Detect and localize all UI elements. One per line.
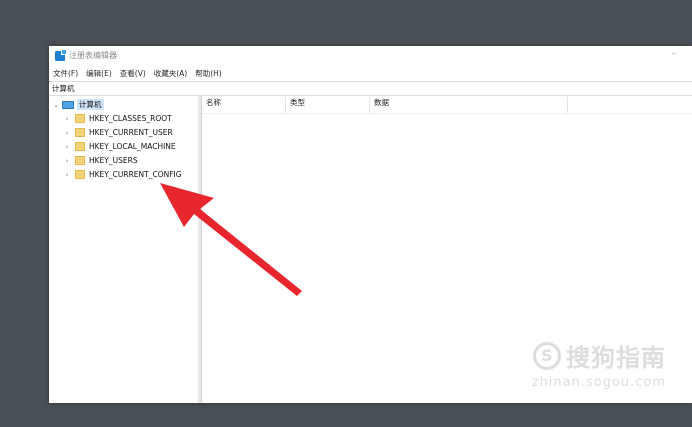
chevron-right-icon[interactable]: › (63, 157, 71, 165)
folder-icon (75, 128, 85, 137)
watermark: S 搜狗指南 zhinan.sogou.com (532, 338, 666, 390)
tree-root-computer[interactable]: ⌄ 计算机 (52, 98, 104, 111)
menu-file[interactable]: 文件(F) (49, 67, 82, 80)
computer-icon (62, 100, 74, 109)
folder-icon (75, 142, 85, 151)
watermark-text: 搜狗指南 (566, 344, 666, 372)
minimize-button[interactable]: – (672, 49, 677, 59)
tree-item-label: HKEY_CURRENT_CONFIG (89, 170, 182, 179)
tree-item-hkey-users[interactable]: › HKEY_USERS (63, 154, 138, 167)
folder-icon (75, 156, 85, 165)
address-path[interactable]: 计算机 (52, 83, 75, 94)
tree-item-label: HKEY_CURRENT_USER (89, 128, 173, 137)
chevron-right-icon[interactable]: › (63, 115, 71, 123)
tree-item-hkey-local-machine[interactable]: › HKEY_LOCAL_MACHINE (63, 140, 176, 153)
window-title: 注册表编辑器 (69, 51, 117, 60)
tree-item-label: HKEY_LOCAL_MACHINE (89, 142, 176, 151)
menu-help[interactable]: 帮助(H) (191, 67, 226, 80)
column-header-type[interactable]: 类型 (286, 97, 370, 113)
title-bar[interactable]: 注册表编辑器 – (49, 46, 692, 66)
chevron-down-icon[interactable]: ⌄ (52, 101, 60, 109)
column-header-name[interactable]: 名称 (202, 97, 286, 113)
address-bar[interactable]: 计算机 (49, 81, 692, 96)
tree-pane[interactable]: ⌄ 计算机 › HKEY_CLASSES_ROOT › HKEY_CURRENT… (49, 96, 199, 403)
menu-edit[interactable]: 编辑(E) (82, 67, 116, 80)
chevron-right-icon[interactable]: › (63, 143, 71, 151)
registry-app-icon (55, 49, 67, 61)
chevron-right-icon[interactable]: › (63, 171, 71, 179)
tree-item-label: HKEY_CLASSES_ROOT (89, 114, 172, 123)
tree-item-hkey-current-user[interactable]: › HKEY_CURRENT_USER (63, 126, 173, 139)
menu-bar: 文件(F) 编辑(E) 查看(V) 收藏夹(A) 帮助(H) (49, 67, 692, 80)
tree-item-hkey-current-config[interactable]: › HKEY_CURRENT_CONFIG (63, 168, 182, 181)
header-divider (202, 113, 692, 114)
folder-icon (75, 170, 85, 179)
sogou-logo-icon: S (532, 341, 561, 370)
tree-item-hkey-classes-root[interactable]: › HKEY_CLASSES_ROOT (63, 112, 172, 125)
tree-item-label: HKEY_USERS (89, 156, 138, 165)
column-header-data[interactable]: 数据 (370, 97, 568, 113)
menu-view[interactable]: 查看(V) (116, 67, 150, 80)
watermark-url: zhinan.sogou.com (531, 375, 666, 390)
folder-icon (75, 114, 85, 123)
menu-favorites[interactable]: 收藏夹(A) (150, 67, 191, 80)
chevron-right-icon[interactable]: › (63, 129, 71, 137)
tree-root-label: 计算机 (77, 99, 104, 110)
